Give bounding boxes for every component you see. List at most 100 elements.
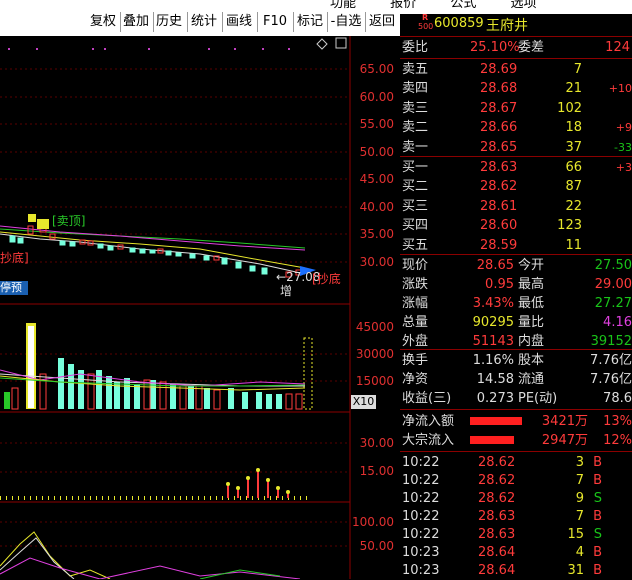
draw-button[interactable]: 画线: [224, 12, 254, 32]
tick-side: B: [593, 563, 602, 578]
tick-side: B: [593, 509, 602, 524]
tick-price: 28.63: [478, 509, 516, 524]
price-tick: 45.00: [359, 172, 394, 186]
price-tick: 35.00: [359, 227, 394, 241]
tick-row[interactable]: 10:22 28.63 15 S: [400, 525, 632, 544]
price-tick: 65.00: [359, 62, 394, 76]
tick-volume: 3: [575, 455, 584, 470]
quote-value: 27.50: [594, 258, 632, 273]
sell-top-label: [卖顶]: [52, 214, 86, 228]
tick-row[interactable]: 10:22 28.62 3 B: [400, 453, 632, 472]
tick-row[interactable]: 10:22 28.63 7 B: [400, 507, 632, 526]
tick-time: 10:22: [402, 491, 440, 506]
f10-button[interactable]: F10: [260, 12, 290, 32]
flow-amount: 3421万: [541, 414, 588, 429]
menu-item[interactable]: 功能: [330, 0, 356, 11]
tick-row[interactable]: 10:23 28.64 31 B: [400, 561, 632, 580]
ask-row[interactable]: 卖一 28.65 37 -33: [400, 138, 632, 157]
tick-row[interactable]: 10:22 28.62 9 S: [400, 489, 632, 508]
fundamental-value: 7.76亿: [590, 353, 632, 368]
stock-name: 王府井: [486, 18, 528, 34]
bid-volume: 22: [565, 198, 582, 214]
back-button[interactable]: 返回: [367, 12, 397, 32]
bid-row[interactable]: 买五 28.59 11: [400, 236, 632, 255]
tick-volume: 7: [575, 473, 584, 488]
history-button[interactable]: 历史: [154, 12, 184, 32]
quote-row: 总量 90295 量比 4.16: [400, 313, 632, 332]
kline-chart[interactable]: 65.00 60.00 55.00 50.00 45.00 40.00 35.0…: [0, 36, 398, 579]
volume-unit-badge: X10: [351, 395, 376, 409]
chart-svg: [0, 36, 351, 579]
overlay-button[interactable]: 叠加: [121, 12, 151, 32]
ask-price: 28.66: [480, 120, 518, 136]
bid-label: 买四: [402, 218, 429, 234]
tick-volume: 4: [575, 545, 584, 560]
ask-row[interactable]: 卖五 28.69 7: [400, 60, 632, 79]
fuquan-button[interactable]: 复权: [88, 12, 118, 32]
fundamental-value: 14.58: [476, 372, 514, 387]
bid-price: 28.63: [480, 160, 518, 175]
ask-label: 卖三: [402, 100, 429, 116]
tick-time: 10:23: [402, 563, 440, 578]
menu-item[interactable]: 报价: [390, 0, 416, 11]
price-tick: 55.00: [359, 117, 394, 131]
flow-label: 净流入额: [402, 414, 455, 429]
stock-header: R 500 600859 王府井: [400, 13, 632, 36]
bottom-left-label: 抄底]: [0, 251, 29, 265]
flow-label: 大宗流入: [402, 433, 455, 448]
ask-row[interactable]: 卖三 28.67 102: [400, 99, 632, 118]
ask-label: 卖二: [402, 120, 429, 136]
tick-volume: 9: [575, 491, 584, 506]
bid-price: 28.60: [480, 218, 518, 234]
flow-amount: 2947万: [541, 433, 588, 448]
fundamental-value: 78.6: [603, 391, 632, 406]
flow-row: 大宗流入 2947万 12%: [400, 431, 632, 450]
ask-volume: 37: [565, 139, 582, 155]
ask-price: 28.69: [480, 62, 518, 77]
bid-label: 买三: [402, 198, 429, 214]
quote-label: 今开: [518, 258, 545, 273]
tick-row[interactable]: 10:23 28.64 4 B: [400, 543, 632, 562]
fundamental-label: 换手: [402, 353, 429, 368]
diff-label: 委差: [518, 40, 545, 55]
ratio-value: 25.10%: [470, 40, 520, 55]
ask-volume: 21: [565, 81, 582, 97]
quote-row: 现价 28.65 今开 27.50: [400, 256, 632, 275]
indicator-tick: 50.00: [359, 539, 394, 553]
bid-volume: 87: [565, 179, 582, 195]
quote-value: 3.43%: [472, 296, 514, 311]
ask-row[interactable]: 卖四 28.68 21 +10: [400, 79, 632, 98]
quote-label: 量比: [518, 315, 545, 330]
stats-button[interactable]: 统计: [189, 12, 219, 32]
watchlist-button[interactable]: -自选: [329, 12, 363, 32]
bid-row[interactable]: 买二 28.62 87: [400, 177, 632, 196]
price-tick: 50.00: [359, 145, 394, 159]
toolbar: 功能 报价 公式 选项 复权 叠加 历史 统计 画线 F10 标记 -自选 返回…: [0, 0, 632, 36]
mark-button[interactable]: 标记: [295, 12, 325, 32]
flow-percent: 12%: [603, 433, 632, 448]
quote-value: 90295: [472, 315, 514, 330]
quote-row: 涨跌 0.95 最高 29.00: [400, 275, 632, 294]
menu-item[interactable]: 公式: [450, 0, 476, 11]
bid-volume: 66: [565, 160, 582, 175]
quote-value: 28.65: [476, 258, 514, 273]
bid-row[interactable]: 买四 28.60 123: [400, 216, 632, 235]
bottom-right-label: [抄底: [312, 272, 341, 286]
bid-price: 28.62: [480, 179, 518, 195]
menu-item[interactable]: 选项: [510, 0, 536, 11]
bid-row[interactable]: 买一 28.63 66 +3: [400, 158, 632, 177]
fundamental-label: 收益(三): [402, 391, 452, 406]
ask-price: 28.65: [480, 139, 518, 155]
code-sub: 500: [418, 22, 434, 31]
bid-row[interactable]: 买三 28.61 22: [400, 197, 632, 216]
tick-time: 10:22: [402, 509, 440, 524]
ask-row[interactable]: 卖二 28.66 18 +9: [400, 118, 632, 137]
fundamental-label: 流通: [518, 372, 545, 387]
order-ratio-row: 委比 25.10% 委差 124: [400, 38, 632, 57]
bid-label: 买五: [402, 237, 429, 253]
bid-price: 28.61: [480, 198, 518, 214]
tick-side: B: [593, 455, 602, 470]
ask-price: 28.68: [480, 81, 518, 97]
quote-panel: 委比 25.10% 委差 124 卖五 28.69 7 卖四 28.68 21 +10 卖三 2…: [400, 36, 632, 579]
tick-row[interactable]: 10:22 28.62 7 B: [400, 471, 632, 490]
